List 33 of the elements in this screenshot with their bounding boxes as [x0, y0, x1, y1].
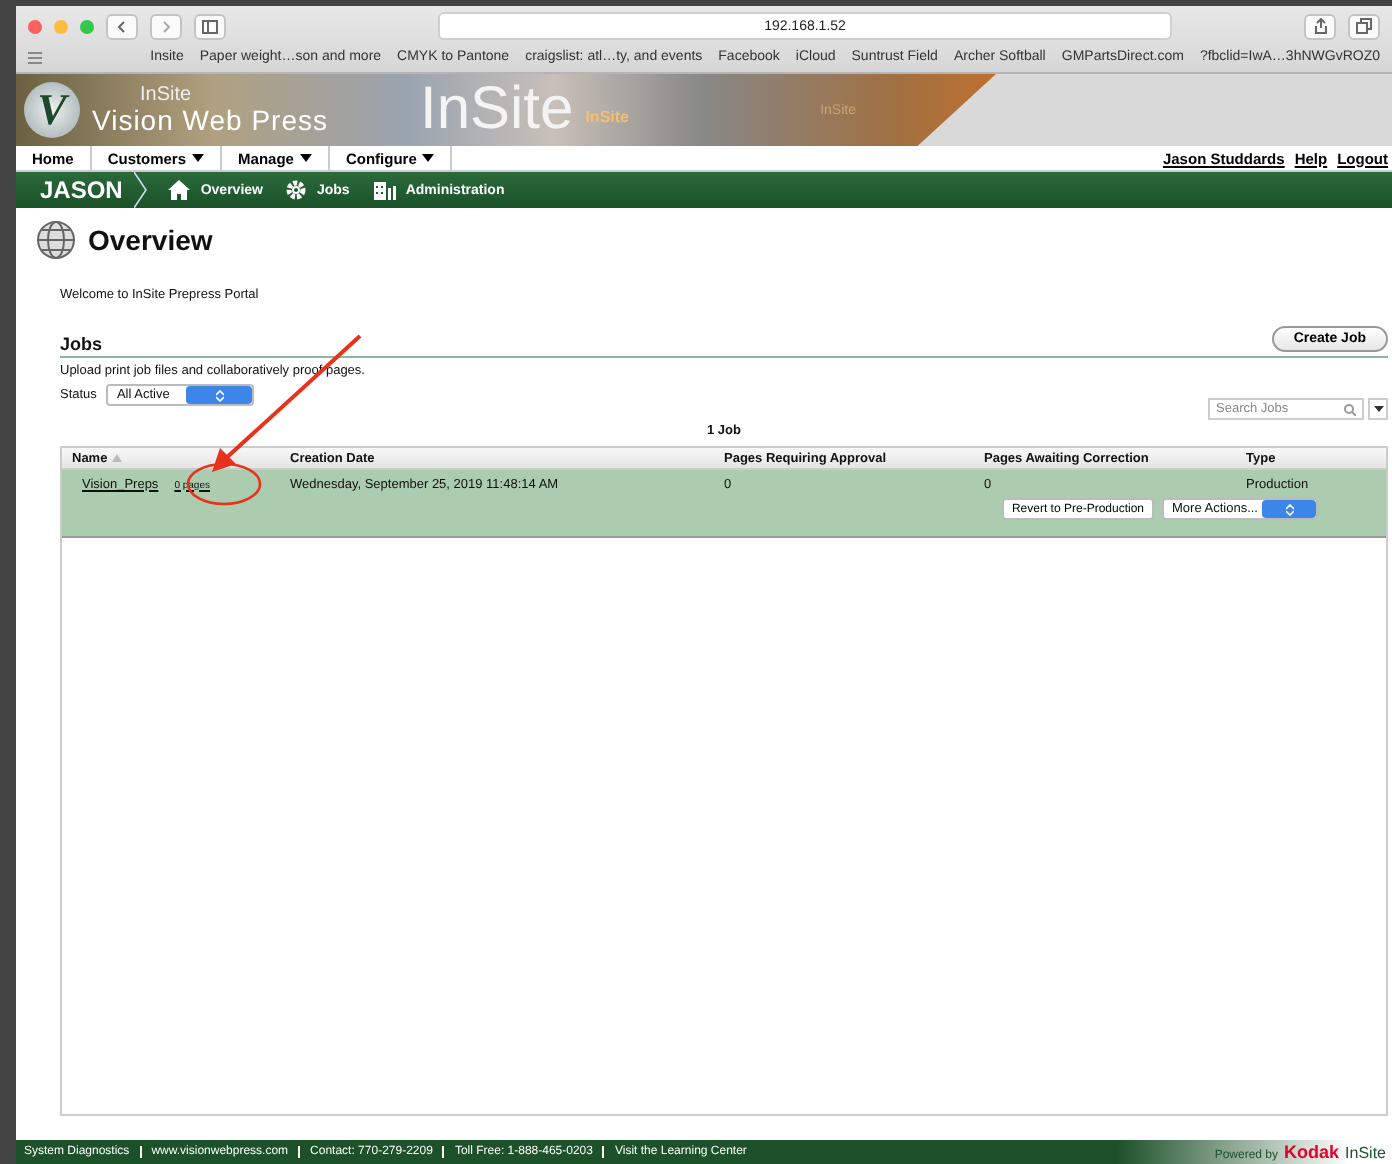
product-tag: InSite	[585, 107, 629, 125]
building-icon	[373, 180, 396, 200]
select-arrows-icon	[186, 386, 253, 404]
select-arrows-icon	[1262, 500, 1316, 518]
sidebar-button[interactable]	[194, 13, 226, 39]
gear-icon	[286, 180, 307, 200]
kodak-logo: Kodak	[1284, 1142, 1340, 1162]
forward-icon	[160, 19, 172, 33]
back-button[interactable]	[106, 13, 138, 39]
brand-subtitle: InSite	[140, 86, 194, 106]
section-title: Jobs	[60, 334, 105, 354]
sort-icon	[111, 453, 122, 461]
chevron-icon	[134, 172, 149, 208]
insite-logo: InSite	[1345, 1144, 1386, 1162]
caret-icon	[1373, 406, 1383, 412]
house-icon	[168, 180, 191, 200]
share-icon	[1313, 18, 1327, 34]
sidebar-icon	[202, 19, 218, 33]
back-icon	[116, 19, 128, 33]
brand-name: Vision Web Press	[92, 106, 328, 134]
logo: V	[24, 82, 80, 138]
grid-icon[interactable]	[28, 51, 42, 63]
share-button[interactable]	[1304, 13, 1336, 39]
search-options-button[interactable]	[1368, 398, 1388, 420]
search-icon	[1344, 403, 1356, 415]
tabs-icon	[1356, 18, 1372, 34]
product-title: InSite	[419, 76, 574, 144]
close-button[interactable]	[28, 19, 42, 33]
user-name: JASON	[38, 176, 125, 204]
tabs-button[interactable]	[1348, 13, 1380, 39]
page-title: Overview	[88, 224, 213, 256]
annotation-circle	[186, 462, 262, 506]
globe-icon	[36, 220, 76, 260]
